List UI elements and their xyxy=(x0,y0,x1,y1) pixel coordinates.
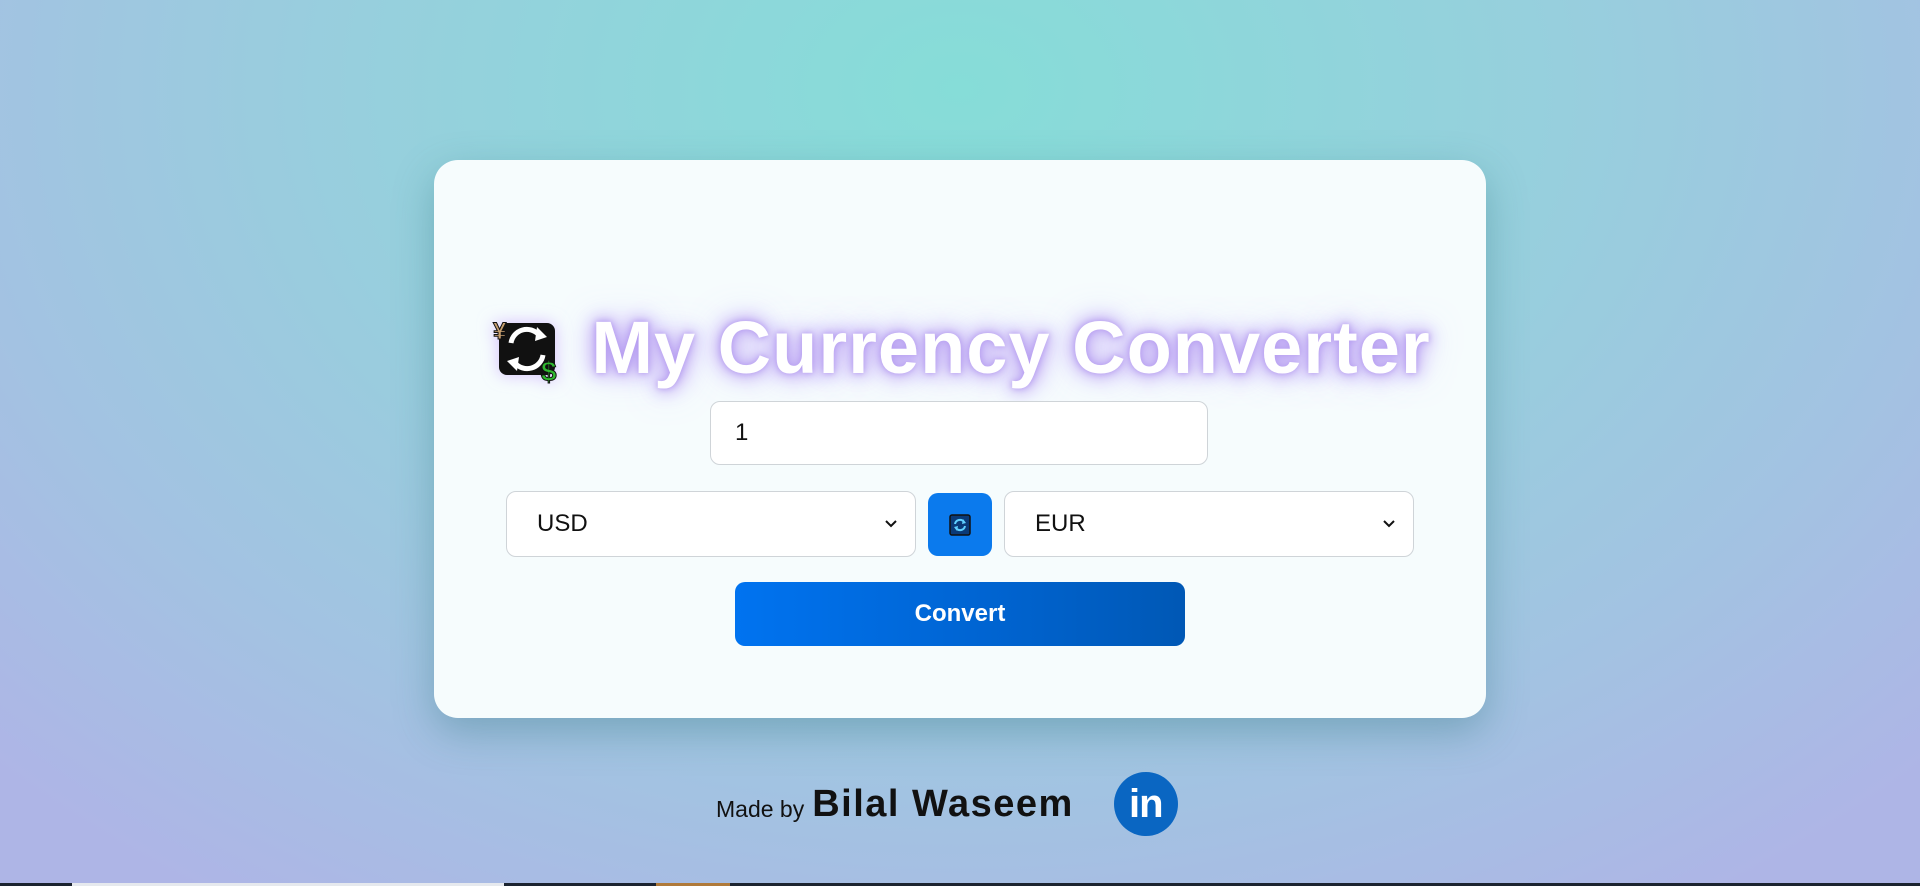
svg-text:$: $ xyxy=(541,356,557,385)
to-currency-select[interactable]: EUR xyxy=(1004,491,1414,557)
made-by-label: Made by xyxy=(716,795,805,822)
footer: Made by Bilal Waseem in xyxy=(716,762,1178,846)
chevron-down-icon xyxy=(1383,520,1395,528)
page-title: My Currency Converter xyxy=(591,305,1431,389)
from-currency-value: USD xyxy=(537,510,588,537)
to-currency-value: EUR xyxy=(1035,510,1086,537)
author-name: Bilal Waseem xyxy=(812,782,1074,825)
linkedin-icon[interactable]: in xyxy=(1113,772,1178,836)
linkedin-text: in xyxy=(1129,781,1164,826)
convert-button[interactable]: Convert xyxy=(735,582,1185,646)
converter-card: ¥ $ My Currency Converter USD EUR Conver… xyxy=(434,160,1486,718)
swap-icon xyxy=(949,513,971,536)
swap-currencies-button[interactable] xyxy=(928,493,992,556)
from-currency-select[interactable]: USD xyxy=(506,491,916,557)
chevron-down-icon xyxy=(885,520,897,528)
title-row: ¥ $ My Currency Converter xyxy=(434,292,1486,402)
svg-text:¥: ¥ xyxy=(493,318,507,345)
currency-exchange-icon: ¥ $ xyxy=(493,318,558,386)
amount-input[interactable] xyxy=(710,401,1208,465)
